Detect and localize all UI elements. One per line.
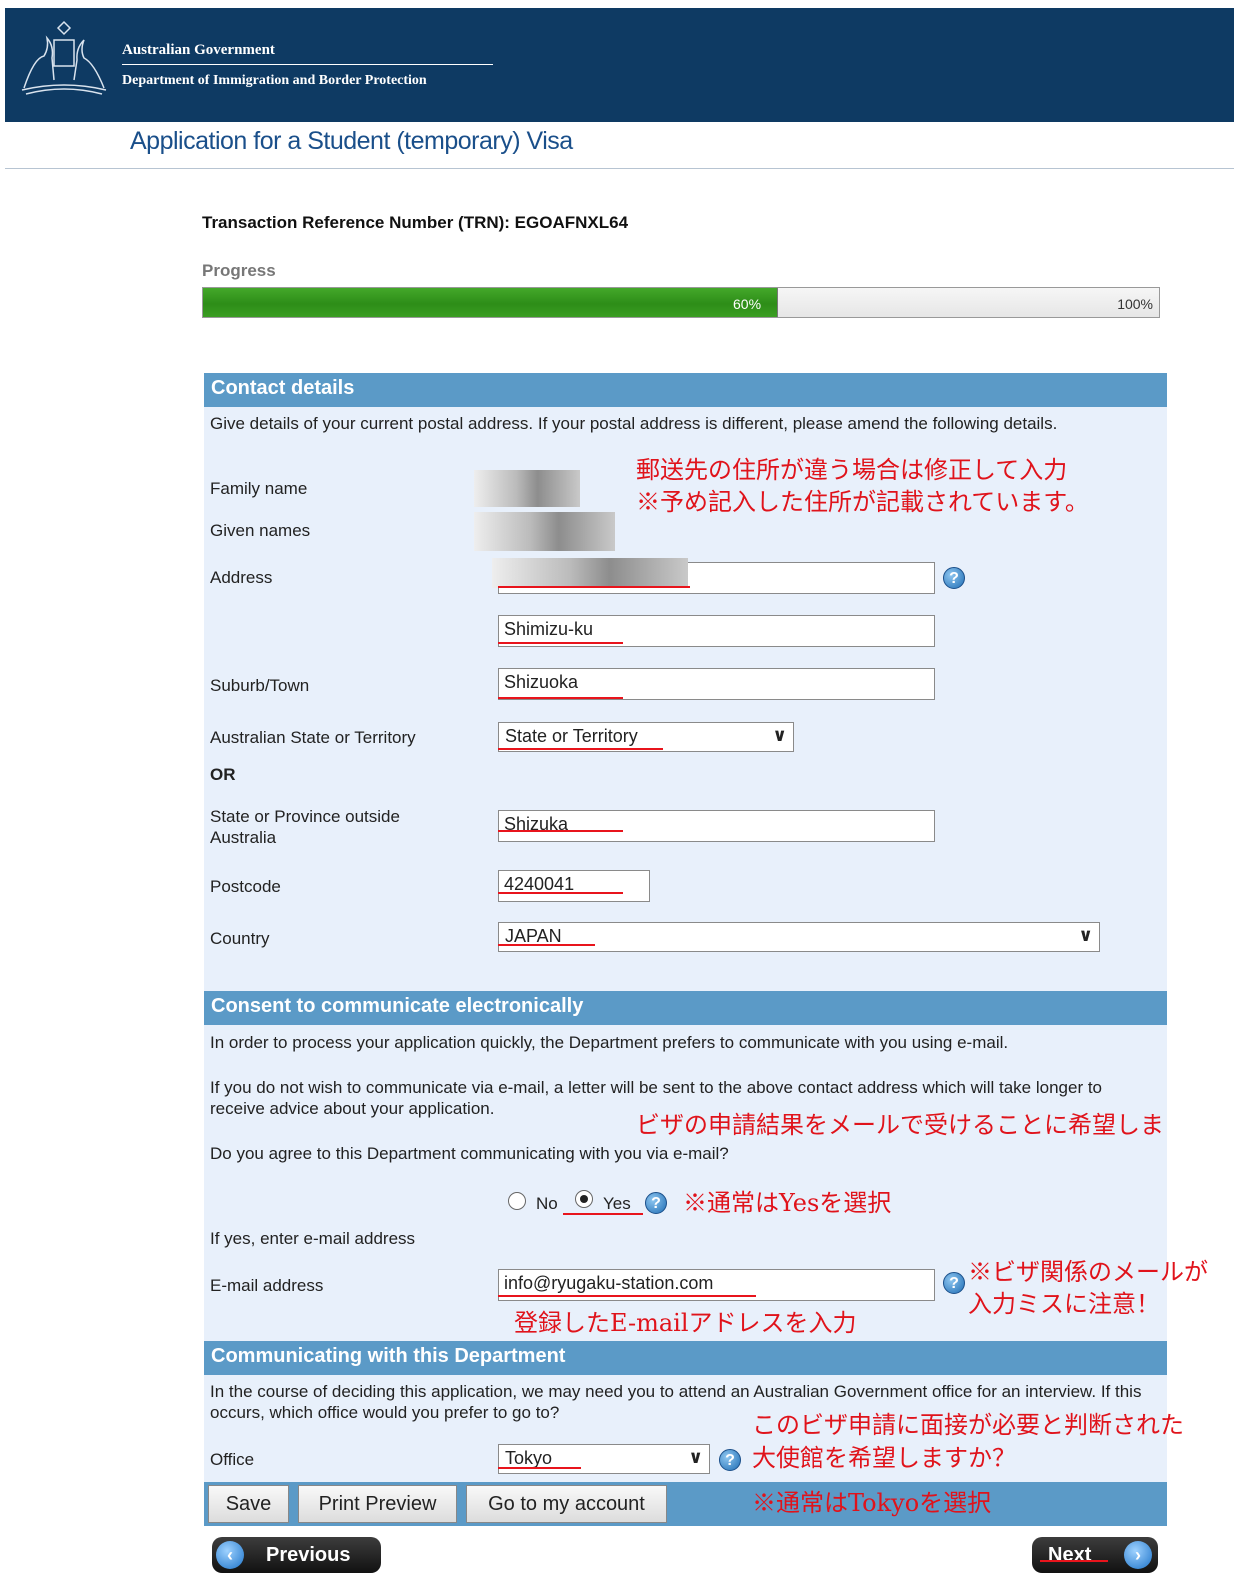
email-underline bbox=[498, 1295, 756, 1297]
country-select[interactable]: JAPAN ∨ bbox=[498, 922, 1100, 952]
header-divider bbox=[122, 64, 493, 65]
chevron-down-icon: ∨ bbox=[772, 725, 787, 745]
state-select-value: State or Territory bbox=[505, 726, 638, 746]
contact-intro: Give details of your current postal addr… bbox=[210, 414, 1058, 433]
email-warning-line1: ※ビザ関係のメールが bbox=[968, 1258, 1208, 1286]
section-consent: Consent to communicate electronically bbox=[204, 991, 1167, 1025]
email-result-note: ビザの申請結果をメールで受けることに希望しま bbox=[636, 1111, 1164, 1139]
yes-note: ※通常はYesを選択 bbox=[683, 1189, 892, 1217]
postcode-underline bbox=[498, 892, 623, 894]
progress-current-text: 60% bbox=[733, 296, 762, 312]
radio-yes-selected-dot bbox=[580, 1195, 588, 1203]
postcode-input[interactable]: 4240041 bbox=[498, 870, 650, 902]
country-select-value: JAPAN bbox=[505, 926, 562, 946]
province-input[interactable]: Shizuka bbox=[498, 810, 935, 842]
trn-label: Transaction Reference Number (TRN): EGOA… bbox=[202, 213, 629, 232]
province-label: State or Province outside Australia bbox=[210, 807, 400, 847]
government-name: Australian Government bbox=[122, 42, 275, 58]
title-divider bbox=[5, 168, 1234, 169]
section-contact-details: Contact details bbox=[204, 373, 1167, 407]
next-button[interactable]: Next › bbox=[1032, 1537, 1158, 1573]
arrow-left-icon: ‹ bbox=[216, 1541, 244, 1569]
suburb-input[interactable]: Shizuoka bbox=[498, 668, 935, 700]
go-to-account-button[interactable]: Go to my account bbox=[466, 1485, 667, 1523]
suburb-underline bbox=[498, 697, 623, 699]
office-select-value: Tokyo bbox=[505, 1448, 553, 1468]
department-name: Department of Immigration and Border Pro… bbox=[122, 73, 427, 88]
chevron-down-icon: ∨ bbox=[688, 1447, 703, 1467]
previous-button[interactable]: ‹ Previous bbox=[212, 1537, 381, 1573]
page-title: Application for a Student (temporary) Vi… bbox=[130, 127, 573, 155]
radio-no-label[interactable]: No bbox=[536, 1193, 558, 1214]
radio-no[interactable] bbox=[508, 1192, 526, 1210]
office-select[interactable]: Tokyo ∨ bbox=[498, 1444, 710, 1474]
state-underline bbox=[498, 748, 663, 750]
country-label: Country bbox=[210, 929, 270, 948]
interview-note-line2: 大使館を希望しますか？ bbox=[752, 1444, 1016, 1472]
chevron-down-icon: ∨ bbox=[1078, 925, 1093, 945]
yes-underline bbox=[563, 1213, 643, 1215]
previous-button-label: Previous bbox=[266, 1544, 351, 1566]
email-warning-line2: 入力ミスに注意！ bbox=[968, 1290, 1160, 1318]
progress-fill bbox=[203, 288, 778, 317]
country-underline bbox=[498, 944, 595, 946]
section-department: Communicating with this Department bbox=[204, 1341, 1167, 1375]
state-label: Australian State or Territory bbox=[210, 728, 416, 747]
progress-bar: 60% 100% bbox=[202, 287, 1160, 318]
interview-note-line1: このビザ申請に面接が必要と判断された bbox=[752, 1411, 1184, 1439]
radio-yes-label[interactable]: Yes bbox=[603, 1193, 631, 1214]
address-line2-underline bbox=[498, 642, 623, 644]
save-button[interactable]: Save bbox=[208, 1485, 289, 1523]
given-names-redacted bbox=[474, 512, 615, 551]
address-line1-redacted bbox=[492, 558, 688, 588]
radio-yes[interactable] bbox=[575, 1190, 593, 1208]
arrow-right-icon: › bbox=[1124, 1541, 1152, 1569]
office-underline bbox=[498, 1467, 581, 1469]
suburb-label: Suburb/Town bbox=[210, 676, 310, 695]
consent-para1: In order to process your application qui… bbox=[210, 1033, 1009, 1052]
print-preview-button[interactable]: Print Preview bbox=[298, 1485, 457, 1523]
email-help-icon[interactable]: ? bbox=[943, 1272, 965, 1294]
province-underline bbox=[498, 830, 623, 832]
email-label: E-mail address bbox=[210, 1276, 324, 1295]
progress-label: Progress bbox=[202, 261, 276, 280]
next-underline bbox=[1040, 1560, 1108, 1562]
address-line1-underline bbox=[498, 586, 690, 588]
office-help-icon[interactable]: ? bbox=[719, 1449, 741, 1471]
email-prompt: If yes, enter e-mail address bbox=[210, 1229, 416, 1248]
next-button-label: Next bbox=[1048, 1544, 1092, 1566]
address-note-line1: 郵送先の住所が違う場合は修正して入力 bbox=[636, 456, 1068, 484]
address-label: Address bbox=[210, 568, 273, 587]
family-name-redacted bbox=[474, 470, 580, 507]
given-names-label: Given names bbox=[210, 521, 311, 540]
address-help-icon[interactable]: ? bbox=[943, 567, 965, 589]
consent-question: Do you agree to this Department communic… bbox=[210, 1144, 729, 1163]
coat-of-arms-logo bbox=[21, 20, 107, 95]
tokyo-note: ※通常はTokyoを選択 bbox=[752, 1489, 992, 1517]
email-input-note: 登録したE-mailアドレスを入力 bbox=[514, 1309, 857, 1337]
header-banner bbox=[5, 8, 1234, 122]
progress-max-text: 100% bbox=[1117, 296, 1153, 312]
address-note-line2: ※予め記入した住所が記載されています。 bbox=[636, 488, 1089, 516]
consent-help-icon[interactable]: ? bbox=[645, 1192, 667, 1214]
or-label: OR bbox=[210, 765, 236, 784]
office-label: Office bbox=[210, 1450, 255, 1469]
family-name-label: Family name bbox=[210, 479, 308, 498]
postcode-label: Postcode bbox=[210, 877, 281, 896]
